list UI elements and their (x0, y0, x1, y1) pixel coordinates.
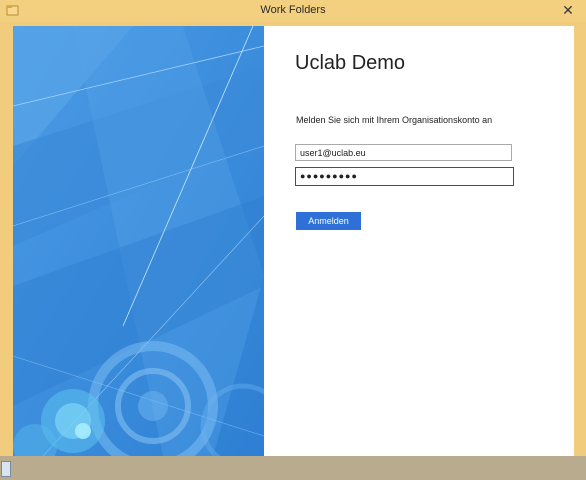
password-field[interactable]: ●●●●●●●●● (295, 167, 514, 186)
close-icon: ✕ (562, 1, 574, 18)
title-bar[interactable]: Work Folders ✕ (0, 0, 586, 22)
close-button[interactable]: ✕ (556, 0, 580, 20)
taskbar (0, 456, 586, 480)
organization-title: Uclab Demo (295, 52, 406, 74)
hero-illustration (13, 26, 264, 456)
work-folders-window: Work Folders ✕ Uclab Demo Melden Sie sic… (0, 0, 586, 480)
client-area: Uclab Demo Melden Sie sich mit Ihrem Org… (13, 26, 574, 456)
taskbar-app-icon[interactable] (1, 461, 11, 477)
window-title: Work Folders (260, 4, 326, 16)
signin-button[interactable]: Anmelden (296, 212, 361, 230)
email-field[interactable] (295, 144, 512, 161)
signin-prompt: Melden Sie sich mit Ihrem Organisationsk… (296, 115, 493, 125)
signin-panel: Uclab Demo Melden Sie sich mit Ihrem Org… (264, 26, 574, 456)
hero-graphic (13, 26, 264, 456)
